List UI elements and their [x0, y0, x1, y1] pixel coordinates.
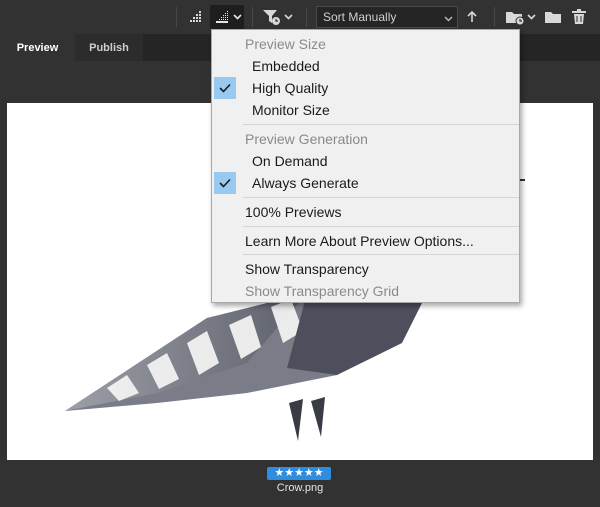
chevron-down-icon: [284, 14, 293, 20]
preview-quality-icon: [213, 9, 231, 25]
sort-select-value: Sort Manually: [323, 10, 397, 24]
toolbar-separator: [306, 7, 307, 27]
menu-separator: [243, 197, 519, 198]
sort-select[interactable]: Sort Manually: [316, 6, 458, 28]
toolbar-separator: [252, 7, 253, 27]
menu-item-100-previews[interactable]: 100% Previews: [212, 201, 519, 223]
filter-icon: [262, 8, 282, 26]
menu-separator: [243, 226, 519, 227]
trash-icon: [572, 9, 586, 25]
preview-quality-menu-button[interactable]: [210, 5, 244, 29]
menu-separator: [243, 124, 519, 125]
checkmark-icon: [214, 77, 236, 99]
star-rating[interactable]: ★★★★★: [267, 467, 331, 480]
filter-menu-button[interactable]: [262, 5, 296, 29]
toolbar-separator: [494, 7, 495, 27]
menu-header-preview-generation: Preview Generation: [245, 131, 368, 147]
menu-item-high-quality[interactable]: High Quality: [212, 77, 519, 99]
menu-item-learn-more[interactable]: Learn More About Preview Options...: [212, 230, 519, 252]
menu-item-monitor-size[interactable]: Monitor Size: [212, 99, 519, 121]
menu-item-on-demand[interactable]: On Demand: [212, 150, 519, 172]
chevron-down-icon: [233, 14, 242, 20]
sort-direction-button[interactable]: [466, 5, 482, 29]
preview-size-button[interactable]: [186, 5, 206, 29]
chevron-down-icon: [527, 14, 536, 20]
tab-preview[interactable]: Preview: [0, 34, 75, 61]
new-folder-menu-button[interactable]: [505, 5, 537, 29]
folder-button[interactable]: [544, 5, 562, 29]
menu-item-always-generate[interactable]: Always Generate: [212, 172, 519, 194]
sort-direction-icon: [466, 10, 478, 24]
menu-item-embedded[interactable]: Embedded: [212, 55, 519, 77]
checkmark-icon: [214, 172, 236, 194]
new-folder-icon: [505, 9, 525, 25]
file-name: Crow.png: [276, 482, 324, 494]
chevron-down-icon: [444, 12, 453, 22]
tab-publish[interactable]: Publish: [75, 34, 143, 61]
menu-separator: [243, 254, 519, 255]
folder-icon: [544, 9, 562, 25]
delete-button[interactable]: [572, 5, 588, 29]
preview-options-menu: Preview Size Embedded High Quality Monit…: [211, 29, 520, 303]
menu-item-show-transparency-grid: Show Transparency Grid: [245, 283, 400, 299]
menu-item-show-transparency[interactable]: Show Transparency: [212, 258, 519, 280]
menu-header-preview-size: Preview Size: [245, 36, 326, 52]
preview-size-icon: [186, 9, 204, 25]
toolbar-separator: [176, 7, 177, 27]
